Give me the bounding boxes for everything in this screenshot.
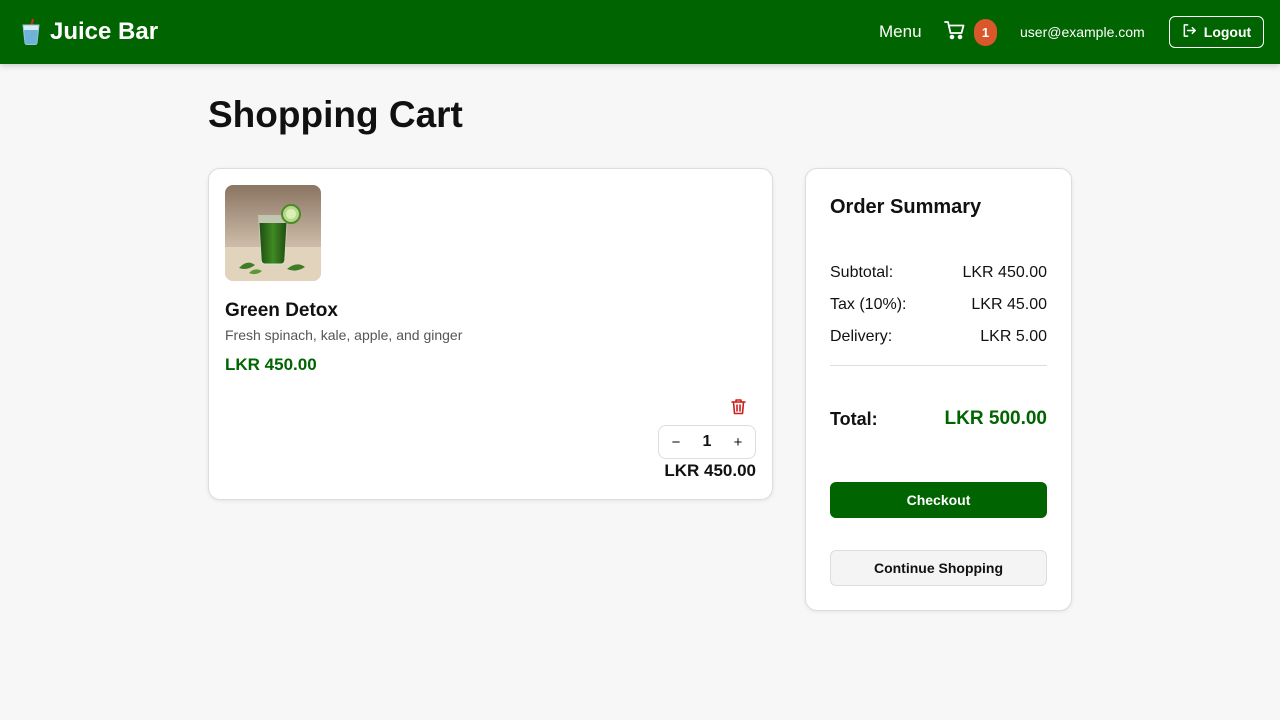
brand-title: Juice Bar <box>50 18 159 45</box>
line-total: LKR 450.00 <box>664 461 756 480</box>
nav-link-menu[interactable]: Menu <box>879 22 922 42</box>
cart-count-badge: 1 <box>974 18 997 46</box>
cart-link[interactable]: 1 <box>944 18 998 46</box>
logout-button[interactable]: Logout <box>1169 16 1264 48</box>
continue-shopping-button[interactable]: Continue Shopping <box>830 550 1047 586</box>
subtotal-row: Subtotal: LKR 450.00 <box>830 262 1047 284</box>
subtotal-value: LKR 450.00 <box>962 264 1047 281</box>
decrement-quantity-button[interactable]: − <box>667 430 685 454</box>
cart-icon <box>944 20 966 45</box>
user-email: user@example.com <box>1020 24 1145 40</box>
tax-label: Tax (10%): <box>830 296 907 313</box>
checkout-button[interactable]: Checkout <box>830 482 1047 518</box>
delivery-label: Delivery: <box>830 328 893 345</box>
quantity-stepper: − 1 + <box>658 425 756 459</box>
logout-icon <box>1182 23 1197 41</box>
total-row: Total: LKR 500.00 <box>830 408 1047 430</box>
delivery-row: Delivery: LKR 5.00 <box>830 326 1047 348</box>
total-value: LKR 500.00 <box>944 408 1047 429</box>
trash-icon <box>730 398 746 420</box>
order-summary-card: Order Summary Subtotal: LKR 450.00 Tax (… <box>805 168 1072 611</box>
product-image <box>225 185 321 281</box>
juice-cup-icon <box>20 18 42 45</box>
top-navbar: Juice Bar Menu 1 user@example.com Logout <box>0 0 1280 64</box>
page-title: Shopping Cart <box>208 94 463 135</box>
order-summary-title: Order Summary <box>830 196 982 218</box>
summary-divider <box>830 365 1047 366</box>
remove-item-button[interactable] <box>729 399 747 419</box>
cart-item-card: Green Detox Fresh spinach, kale, apple, … <box>208 168 773 500</box>
product-description: Fresh spinach, kale, apple, and ginger <box>225 327 463 343</box>
tax-row: Tax (10%): LKR 45.00 <box>830 294 1047 316</box>
tax-value: LKR 45.00 <box>971 296 1047 313</box>
product-unit-price: LKR 450.00 <box>225 355 317 374</box>
subtotal-label: Subtotal: <box>830 264 894 281</box>
total-label: Total: <box>830 408 878 429</box>
quantity-value: 1 <box>702 433 712 450</box>
delivery-value: LKR 5.00 <box>980 328 1047 345</box>
logout-label: Logout <box>1203 24 1252 40</box>
product-name: Green Detox <box>225 300 338 321</box>
increment-quantity-button[interactable]: + <box>729 430 747 454</box>
brand-logo-link[interactable]: Juice Bar <box>20 16 158 48</box>
